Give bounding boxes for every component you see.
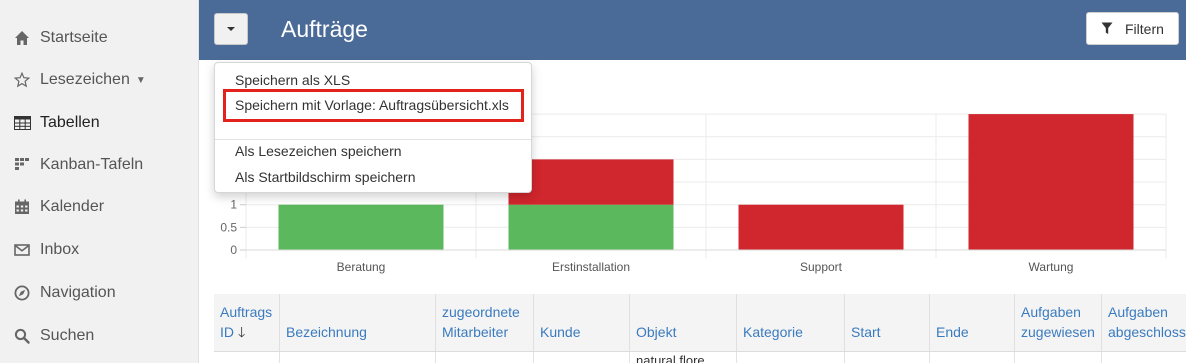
table-cell [1102,352,1186,363]
table-cell [534,352,630,363]
page-title: Aufträge [281,16,368,42]
bar [968,114,1134,250]
y-tick-label: 0.5 [220,220,237,234]
x-tick-label: Beratung [337,260,386,274]
export-dropdown-menu: Speichern als XLS Speichern mit Vorlage:… [214,62,532,193]
column-header-objekt[interactable]: Objekt [630,294,737,351]
cell-objekt: natural flore [636,353,705,363]
sidebar-item-suchen[interactable]: Suchen [0,316,199,356]
y-tick-label: 0 [230,243,237,257]
table-cell [1015,352,1102,363]
column-header-line: zugewiesen [1021,324,1095,340]
search-icon [13,327,31,345]
table-cell [214,352,280,363]
column-header-line: ID [220,324,234,340]
column-header-line: Mitarbeiter [442,324,509,340]
column-header-id[interactable]: Auftrags ID 🡓 [214,294,280,351]
sidebar-item-label: Suchen [40,327,95,344]
column-header-line: Kategorie [743,324,803,340]
column-header-line: Aufgaben [1021,304,1081,320]
caret-down-icon [227,27,235,31]
page-header: Aufträge Filtern [199,0,1186,60]
bar [508,159,674,205]
column-header-line: Start [851,324,881,340]
table-cell [436,352,534,363]
column-header-line: Auftrags [220,304,273,320]
column-header-kategorie[interactable]: Kategorie [737,294,845,351]
filter-button[interactable]: Filtern [1086,12,1179,45]
column-header-line: Bezeichnung [286,324,367,340]
funnel-icon [1101,22,1113,35]
table-cell: natural flore [630,352,737,363]
export-menu-button[interactable] [214,13,248,45]
table-cell [280,352,436,363]
menu-item-save-startscreen[interactable]: Als Startbildschirm speichern [215,165,531,189]
x-tick-label: Support [800,260,843,274]
table-header: Auftrags ID 🡓 Bezeichnung zugeordnete Mit… [214,294,1186,351]
column-header-line: Kunde [540,324,581,340]
x-tick-label: Erstinstallation [552,260,630,274]
y-tick-label: 1 [230,198,237,212]
column-header-kunde[interactable]: Kunde [534,294,630,351]
column-header-start[interactable]: Start [845,294,930,351]
bar [508,204,674,250]
x-tick-label: Wartung [1029,260,1074,274]
column-header-line: abgeschlossen [1108,324,1186,340]
table-cell [737,352,845,363]
table-row[interactable]: natural flore [214,351,1186,363]
column-header-aufgaben-abgeschlossen[interactable]: Aufgaben abgeschlossen [1102,294,1186,351]
menu-item-save-xls[interactable]: Speichern als XLS [215,68,531,92]
bar [738,204,904,250]
sort-desc-icon: 🡓 [238,324,246,340]
column-header-line: Ende [936,324,969,340]
column-header-line: Aufgaben [1108,304,1168,320]
table-cell [845,352,930,363]
column-header-aufgaben-zugewiesen[interactable]: Aufgaben zugewiesen [1015,294,1102,351]
menu-item-save-with-template[interactable]: Speichern mit Vorlage: Auftragsübersicht… [215,93,531,117]
column-header-line: Objekt [636,324,677,340]
column-header-ende[interactable]: Ende [930,294,1015,351]
column-header-mitarbeiter[interactable]: zugeordnete Mitarbeiter [436,294,534,351]
filter-button-label: Filtern [1125,20,1164,37]
bar [278,204,444,250]
column-header-line: zugeordnete [442,304,520,320]
column-header-bezeichnung[interactable]: Bezeichnung [280,294,436,351]
menu-item-save-bookmark[interactable]: Als Lesezeichen speichern [215,139,531,163]
table-cell [930,352,1015,363]
